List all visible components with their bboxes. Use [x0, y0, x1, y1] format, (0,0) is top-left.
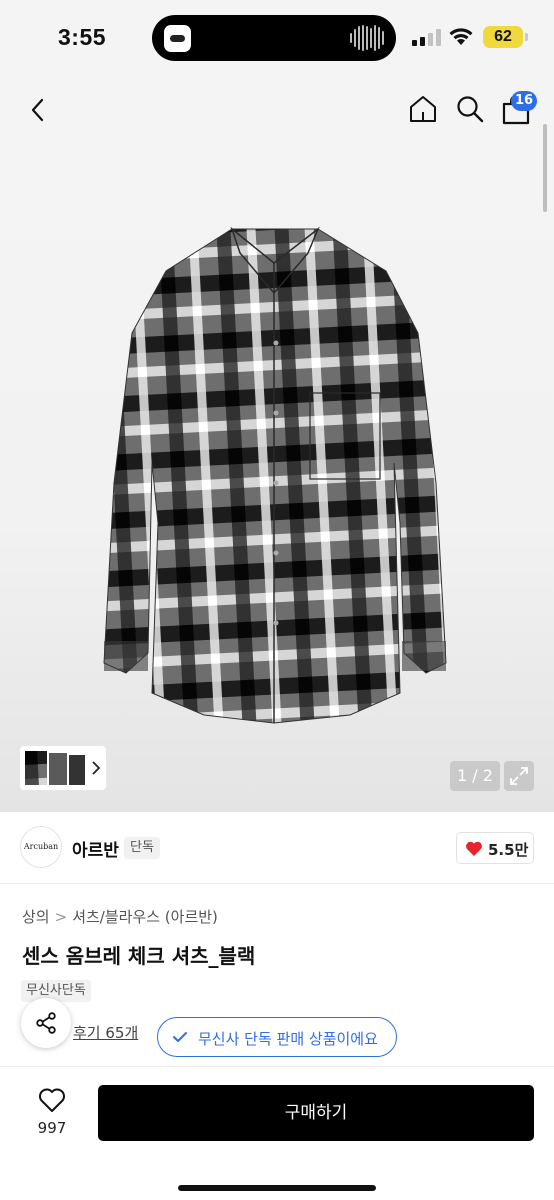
home-indicator[interactable] — [178, 1185, 376, 1191]
heart-filled-icon — [466, 841, 482, 856]
battery-tip — [525, 33, 528, 41]
product-image-shirt — [103, 226, 447, 724]
breadcrumb: 상의 > 셔츠/블라우스 (아르반) — [22, 906, 218, 927]
chevron-right-icon[interactable] — [90, 760, 102, 776]
breadcrumb-item[interactable]: 상의 — [22, 908, 50, 926]
buy-button[interactable]: 구매하기 — [98, 1085, 534, 1141]
expand-icon — [510, 767, 528, 785]
exclusive-sale-text: 무신사 단독 판매 상품이에요 — [198, 1030, 378, 1048]
heart-outline-icon — [39, 1088, 65, 1112]
back-icon[interactable] — [26, 96, 50, 124]
wishlist-count: 997 — [37, 1119, 67, 1137]
brand-row: Arcuban 아르반 단독 5.5만 — [0, 812, 554, 884]
wishlist-button[interactable]: 997 — [30, 1087, 74, 1143]
now-playing-app-icon — [164, 25, 191, 52]
breadcrumb-item[interactable]: 셔츠/블라우스 (아르반) — [72, 908, 218, 926]
search-icon[interactable] — [455, 94, 485, 124]
thumbnail-image[interactable] — [23, 749, 87, 787]
scrollbar[interactable] — [543, 124, 547, 212]
expand-button[interactable] — [504, 761, 534, 791]
share-icon — [36, 1012, 56, 1034]
product-detail-page: 3:55 62 16 1 / 2 Arcuban 아르반 단독 5.5만 상의 … — [0, 0, 554, 1200]
cellular-signal-icon — [412, 29, 441, 46]
status-time: 3:55 — [58, 24, 107, 50]
audio-waveform-icon — [350, 24, 384, 52]
brand-name[interactable]: 아르반 — [72, 836, 119, 861]
check-icon — [173, 1032, 187, 1042]
wifi-icon — [449, 28, 473, 45]
share-button[interactable] — [21, 998, 71, 1048]
brand-like-count: 5.5만 — [488, 841, 529, 859]
battery-indicator: 62 — [483, 26, 523, 48]
status-bar: 3:55 62 — [0, 0, 554, 78]
chevron-right-icon: > — [54, 908, 68, 926]
product-image-gallery[interactable]: 16 1 / 2 — [0, 78, 554, 812]
cart-count-badge: 16 — [511, 91, 538, 111]
home-icon[interactable] — [408, 94, 438, 124]
thumbnail-strip[interactable] — [20, 746, 106, 790]
exclusive-sale-badge[interactable]: 무신사 단독 판매 상품이에요 — [157, 1017, 397, 1057]
brand-like-button[interactable]: 5.5만 — [456, 832, 534, 864]
exclusive-tag: 무신사단독 — [21, 980, 91, 1002]
brand-exclusive-tag: 단독 — [124, 837, 160, 859]
image-pager: 1 / 2 — [450, 761, 500, 791]
reviews-link[interactable]: 후기 65개 — [73, 1022, 138, 1043]
bottom-action-bar: 997 구매하기 — [0, 1066, 554, 1200]
product-title: 센스 옴브레 체크 셔츠_블랙 — [22, 944, 256, 968]
dynamic-island — [152, 15, 396, 61]
brand-logo[interactable]: Arcuban — [20, 826, 62, 868]
